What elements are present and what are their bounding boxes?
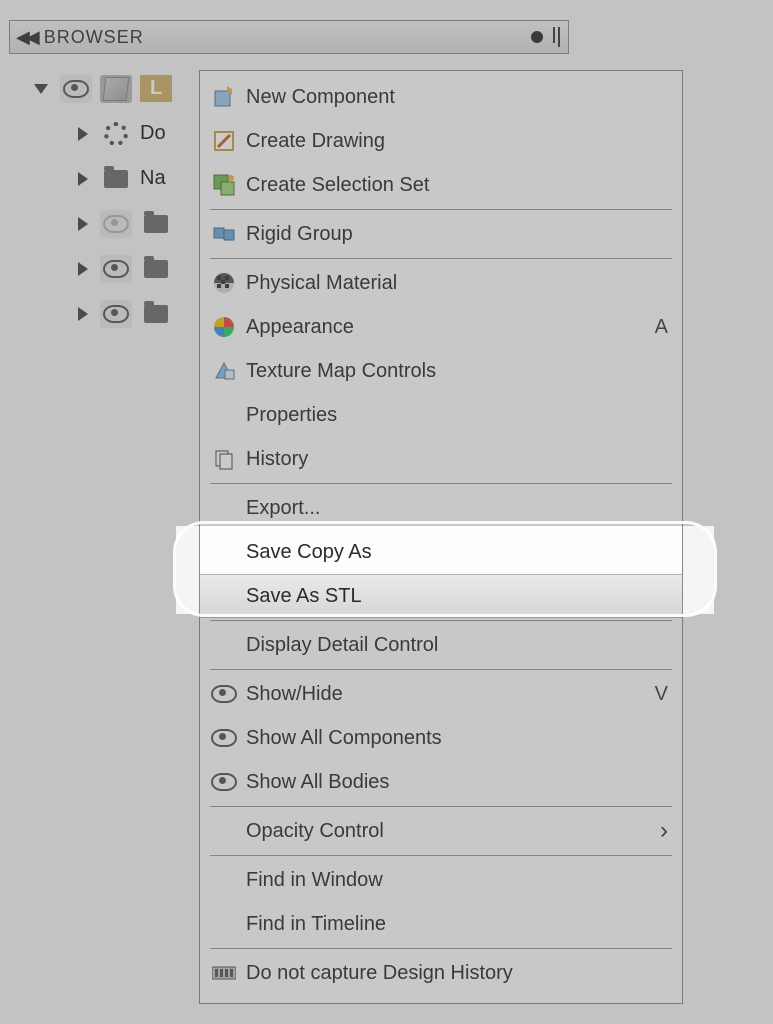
collapse-dot-icon[interactable] bbox=[531, 31, 543, 43]
visibility-toggle[interactable] bbox=[100, 300, 132, 328]
visibility-toggle[interactable] bbox=[100, 210, 132, 238]
rigid-group-icon bbox=[210, 223, 238, 245]
eye-icon bbox=[210, 729, 238, 747]
context-menu: New Component Create Drawing Create Sele… bbox=[199, 70, 683, 1004]
menu-separator bbox=[210, 483, 672, 484]
menu-item-export[interactable]: Export... bbox=[200, 486, 682, 530]
menu-item-new-component[interactable]: New Component bbox=[200, 75, 682, 119]
menu-shortcut: V bbox=[655, 683, 668, 706]
menu-item-show-hide[interactable]: Show/Hide V bbox=[200, 672, 682, 716]
menu-label: Rigid Group bbox=[246, 223, 353, 246]
menu-label: Show All Components bbox=[246, 727, 442, 750]
new-component-icon bbox=[210, 86, 238, 108]
appearance-icon bbox=[210, 316, 238, 338]
expand-toggle-icon[interactable] bbox=[78, 217, 88, 231]
menu-label: Show All Bodies bbox=[246, 771, 389, 794]
tree-root-label: L bbox=[140, 75, 172, 102]
physical-material-icon bbox=[210, 272, 238, 294]
menu-separator bbox=[210, 948, 672, 949]
menu-separator bbox=[210, 669, 672, 670]
create-drawing-icon bbox=[210, 130, 238, 152]
menu-item-create-selection-set[interactable]: Create Selection Set bbox=[200, 163, 682, 207]
menu-item-texture-map[interactable]: Texture Map Controls bbox=[200, 349, 682, 393]
menu-label: Texture Map Controls bbox=[246, 360, 436, 383]
menu-item-save-copy-as[interactable]: Save Copy As bbox=[200, 530, 682, 574]
expand-toggle-icon[interactable] bbox=[78, 307, 88, 321]
menu-label: Do not capture Design History bbox=[246, 962, 513, 985]
browser-title: BROWSER bbox=[44, 27, 144, 48]
menu-label: Create Selection Set bbox=[246, 174, 429, 197]
menu-label: History bbox=[246, 448, 308, 471]
menu-label: Save Copy As bbox=[246, 541, 372, 564]
visibility-toggle[interactable] bbox=[100, 255, 132, 283]
menu-label: Find in Window bbox=[246, 869, 383, 892]
menu-item-rigid-group[interactable]: Rigid Group bbox=[200, 212, 682, 256]
menu-label: New Component bbox=[246, 86, 395, 109]
menu-shortcut: A bbox=[655, 316, 668, 339]
expand-toggle-icon[interactable] bbox=[78, 172, 88, 186]
folder-icon bbox=[140, 300, 172, 328]
texture-map-icon bbox=[210, 360, 238, 382]
menu-item-find-in-timeline[interactable]: Find in Timeline bbox=[200, 902, 682, 946]
rewind-icon[interactable]: ◀◀ bbox=[16, 27, 36, 48]
design-history-icon bbox=[210, 964, 238, 982]
menu-item-opacity-control[interactable]: Opacity Control › bbox=[200, 809, 682, 853]
menu-item-display-detail[interactable]: Display Detail Control bbox=[200, 623, 682, 667]
menu-item-history[interactable]: History bbox=[200, 437, 682, 481]
component-icon bbox=[100, 75, 132, 103]
menu-item-show-all-components[interactable]: Show All Components bbox=[200, 716, 682, 760]
handle-icon[interactable] bbox=[553, 27, 560, 47]
tree-item-label: Do bbox=[140, 122, 166, 145]
menu-label: Appearance bbox=[246, 316, 354, 339]
expand-toggle-icon[interactable] bbox=[34, 84, 48, 94]
folder-icon bbox=[100, 165, 132, 193]
visibility-toggle[interactable] bbox=[60, 75, 92, 103]
menu-item-properties[interactable]: Properties bbox=[200, 393, 682, 437]
menu-label: Opacity Control bbox=[246, 820, 384, 843]
menu-separator bbox=[210, 209, 672, 210]
menu-label: Export... bbox=[246, 497, 320, 520]
folder-icon bbox=[140, 210, 172, 238]
menu-item-show-all-bodies[interactable]: Show All Bodies bbox=[200, 760, 682, 804]
menu-item-physical-material[interactable]: Physical Material bbox=[200, 261, 682, 305]
menu-label: Save As STL bbox=[246, 585, 362, 608]
history-icon bbox=[210, 448, 238, 470]
settings-icon[interactable] bbox=[100, 120, 132, 148]
menu-item-find-in-window[interactable]: Find in Window bbox=[200, 858, 682, 902]
expand-toggle-icon[interactable] bbox=[78, 262, 88, 276]
menu-label: Find in Timeline bbox=[246, 913, 386, 936]
menu-label: Create Drawing bbox=[246, 130, 385, 153]
menu-separator bbox=[210, 855, 672, 856]
eye-icon bbox=[210, 773, 238, 791]
folder-icon bbox=[140, 255, 172, 283]
menu-label: Properties bbox=[246, 404, 337, 427]
tree-item-label: Na bbox=[140, 167, 166, 190]
menu-item-do-not-capture-history[interactable]: Do not capture Design History bbox=[200, 951, 682, 995]
menu-item-create-drawing[interactable]: Create Drawing bbox=[200, 119, 682, 163]
menu-item-appearance[interactable]: Appearance A bbox=[200, 305, 682, 349]
menu-separator bbox=[210, 258, 672, 259]
menu-label: Display Detail Control bbox=[246, 634, 438, 657]
browser-panel-header: ◀◀ BROWSER bbox=[9, 20, 569, 54]
menu-separator bbox=[210, 620, 672, 621]
eye-icon bbox=[210, 685, 238, 703]
menu-label: Physical Material bbox=[246, 272, 397, 295]
expand-toggle-icon[interactable] bbox=[78, 127, 88, 141]
menu-item-save-as-stl[interactable]: Save As STL bbox=[200, 574, 682, 618]
menu-label: Show/Hide bbox=[246, 683, 343, 706]
selection-set-icon bbox=[210, 174, 238, 196]
submenu-arrow-icon: › bbox=[660, 817, 668, 845]
menu-separator bbox=[210, 806, 672, 807]
